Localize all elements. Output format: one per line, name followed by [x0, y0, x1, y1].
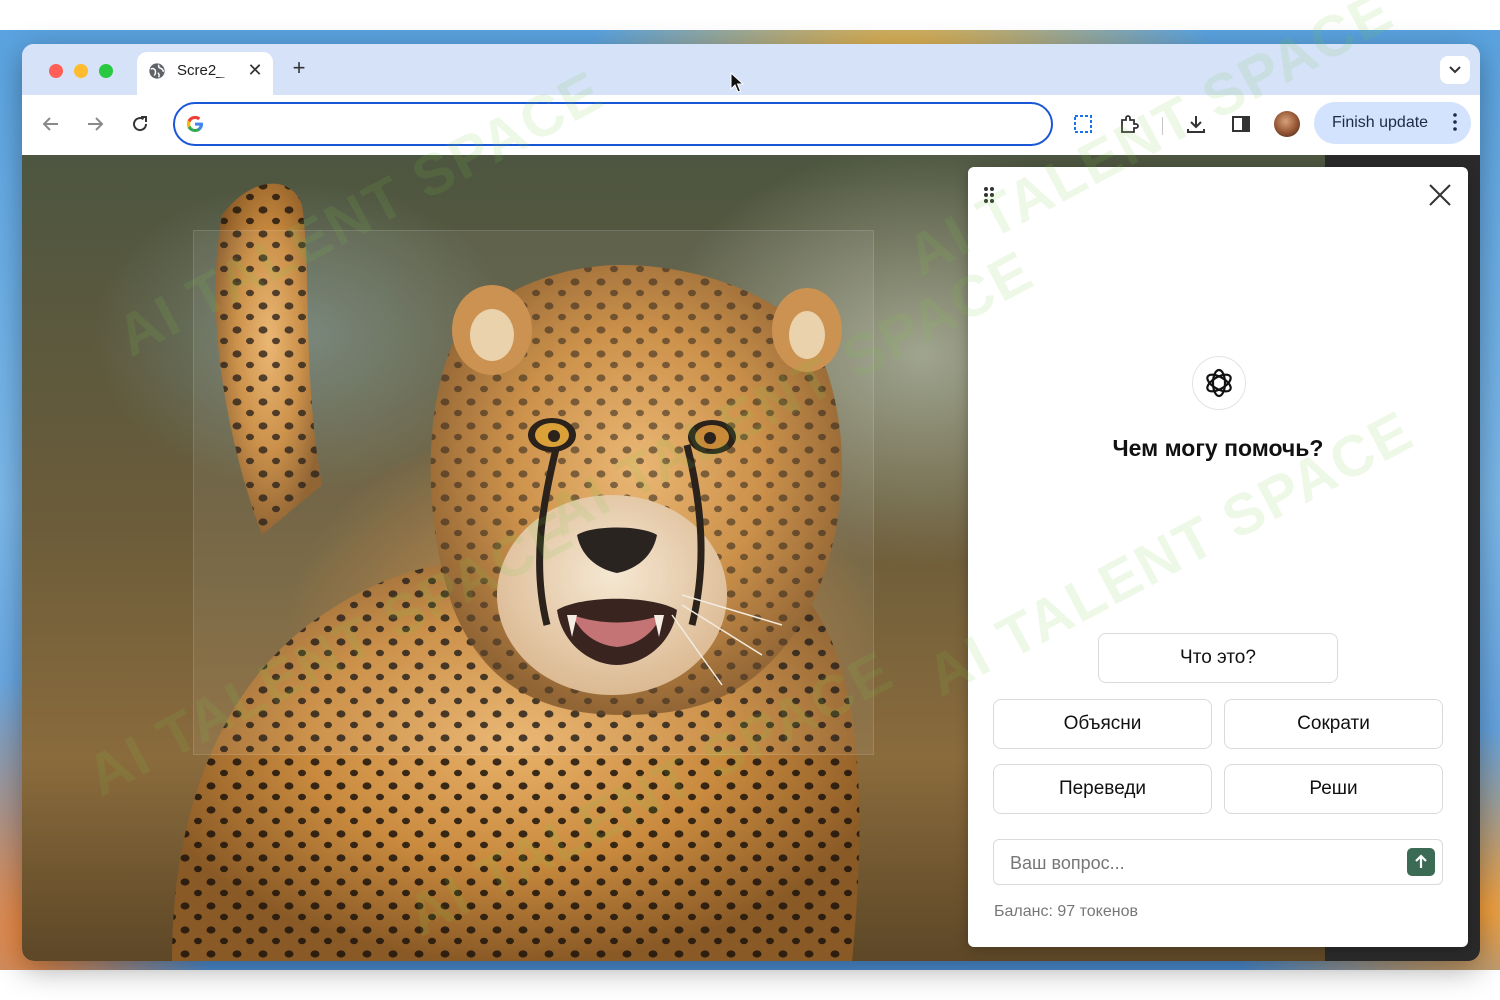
close-icon [1429, 184, 1451, 206]
address-input[interactable] [215, 108, 1039, 142]
browser-toolbar: Finish update [22, 95, 1480, 155]
forward-button[interactable] [82, 111, 108, 137]
chevron-down-icon [1449, 66, 1461, 74]
browser-window: Scre2_ ✕ + Finish update Чем могу помочь… [22, 44, 1480, 961]
finish-update-button[interactable]: Finish update [1314, 102, 1471, 144]
shorten-button[interactable]: Сократи [1224, 699, 1443, 749]
downloads-button[interactable] [1183, 111, 1209, 137]
question-field [993, 839, 1443, 885]
question-input[interactable] [1008, 848, 1402, 878]
token-balance: Баланс: 97 токенов [994, 903, 1138, 920]
translate-button[interactable]: Переведи [993, 764, 1212, 814]
side-panel-button[interactable] [1228, 111, 1254, 137]
more-vertical-icon [1453, 113, 1457, 131]
what-is-this-button[interactable]: Что это? [1098, 633, 1338, 683]
zoom-window-button[interactable] [99, 64, 113, 78]
screen-bottom-margin [0, 970, 1500, 1000]
tab-title: Scre2_ [177, 62, 225, 79]
reload-button[interactable] [127, 111, 153, 137]
page-content: Чем могу помочь? Что это? Объясни Сократ… [22, 155, 1480, 961]
assistant-logo [1192, 356, 1246, 410]
tab-close-icon[interactable]: ✕ [244, 59, 266, 81]
solve-button[interactable]: Реши [1224, 764, 1443, 814]
close-window-button[interactable] [49, 64, 63, 78]
arrow-right-icon [88, 117, 104, 131]
globe-icon [149, 63, 165, 79]
minimize-window-button[interactable] [74, 64, 88, 78]
side-panel-icon [1232, 116, 1250, 132]
arrow-left-icon [42, 117, 58, 131]
toolbar-separator [1162, 117, 1163, 135]
mouse-cursor [730, 72, 744, 93]
puzzle-icon [1121, 115, 1139, 133]
arrow-up-icon [1415, 854, 1427, 868]
download-icon [1187, 116, 1205, 133]
finish-update-label: Finish update [1332, 114, 1429, 131]
tab-strip: Scre2_ ✕ + [22, 44, 1480, 95]
drag-handle-icon[interactable] [982, 185, 996, 205]
tab-active[interactable]: Scre2_ ✕ [137, 52, 273, 95]
send-button[interactable] [1407, 848, 1435, 876]
selection-region [193, 230, 874, 755]
address-bar[interactable] [173, 102, 1053, 146]
explain-button[interactable]: Объясни [993, 699, 1212, 749]
extensions-button[interactable] [1116, 111, 1142, 137]
assistant-panel: Чем могу помочь? Что это? Объясни Сократ… [968, 167, 1468, 947]
close-panel-button[interactable] [1424, 179, 1456, 211]
tab-search-button[interactable] [1440, 56, 1470, 84]
panel-heading: Чем могу помочь? [1112, 435, 1324, 461]
back-button[interactable] [38, 111, 64, 137]
capture-region-icon [1074, 115, 1092, 133]
new-tab-button[interactable]: + [286, 56, 312, 82]
avatar[interactable] [1274, 111, 1300, 137]
google-g-icon [186, 115, 203, 132]
reload-icon [133, 116, 148, 132]
capture-region-button[interactable] [1070, 111, 1096, 137]
openai-logo-icon [1206, 368, 1232, 398]
